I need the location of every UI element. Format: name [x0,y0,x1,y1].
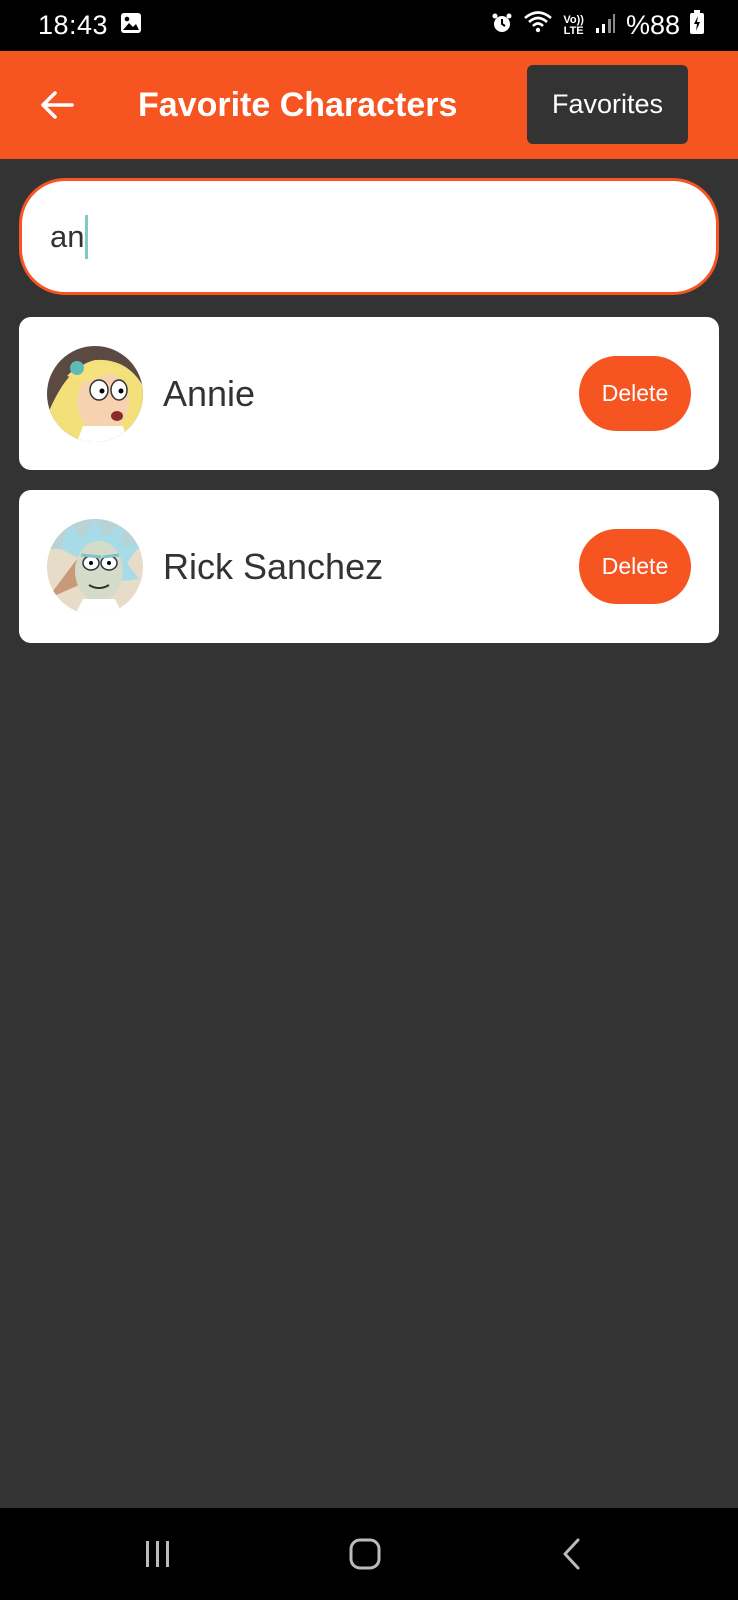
status-time: 18:43 [38,10,109,40]
battery-text: %88 [625,10,680,40]
search-input[interactable]: an [19,178,719,295]
chevron-left-icon [563,1538,580,1570]
character-name: Annie [163,372,256,414]
app-bar: Favorite Characters Favorites [0,51,738,159]
delete-button[interactable]: Delete [579,529,691,604]
back-button[interactable] [33,81,81,129]
search-input-value: an [50,218,85,254]
rick-sanchez-avatar [47,518,143,615]
character-card-rick-sanchez[interactable]: Rick Sanchez Delete [19,490,719,643]
system-nav-bar [0,1508,738,1600]
status-left: 18:43 [38,10,142,41]
favorites-button[interactable]: Favorites [527,65,688,144]
home-button[interactable] [325,1508,405,1600]
volte-indicator: Vo)) LTE [563,13,584,37]
arrow-left-icon [41,91,74,119]
alarm-icon [491,10,513,41]
status-bar: 18:43 Vo)) LTE %88 [0,0,738,51]
signal-icon [594,10,616,41]
wifi-icon [523,10,553,41]
character-card-annie[interactable]: Annie Delete [19,317,719,470]
character-name: Rick Sanchez [163,545,384,587]
delete-button[interactable]: Delete [579,356,691,431]
annie-avatar [47,345,143,442]
nav-back-button[interactable] [532,1508,612,1600]
gallery-notification-icon [120,12,142,39]
home-icon [349,1538,381,1570]
text-cursor [85,214,89,259]
recents-button[interactable] [118,1508,198,1600]
lte-label: LTE [563,24,584,37]
volte-label: Vo)) [563,13,584,26]
battery-charging-icon [690,10,704,41]
recents-icon [146,1541,169,1567]
status-right: Vo)) LTE %88 [491,10,704,41]
character-list: Annie Delete Rick Sanchez Delete [19,317,719,663]
page-title: Favorite Characters [138,85,458,124]
